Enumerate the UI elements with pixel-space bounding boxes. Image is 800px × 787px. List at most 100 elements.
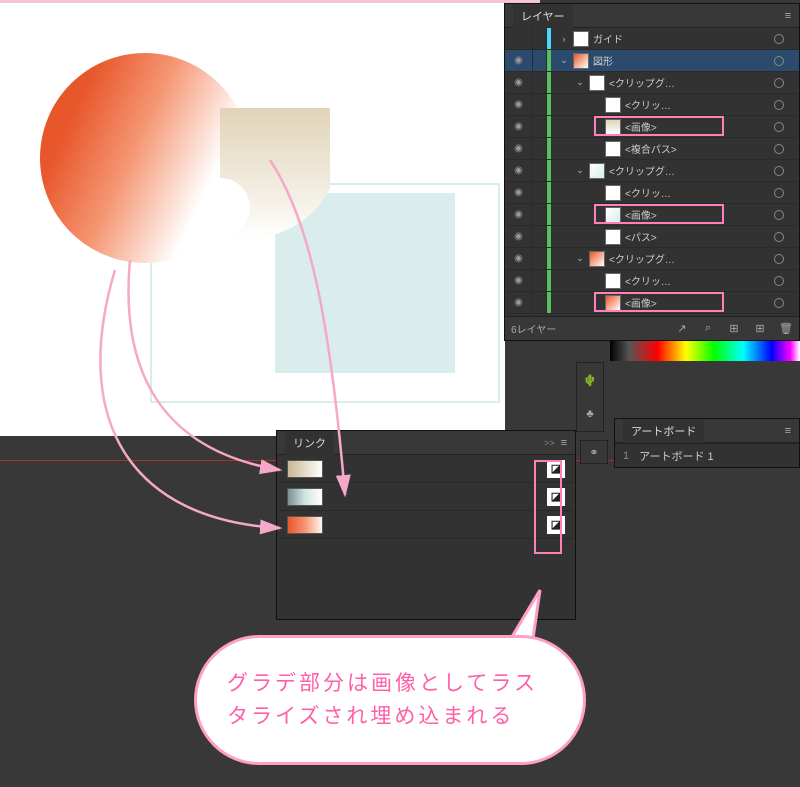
- disclosure-triangle[interactable]: ⌄: [559, 55, 569, 66]
- layer-name-label[interactable]: <複合パス>: [625, 141, 769, 156]
- target-button[interactable]: [769, 144, 789, 154]
- target-button[interactable]: [769, 188, 789, 198]
- lock-toggle[interactable]: [533, 160, 547, 181]
- lock-toggle[interactable]: [533, 204, 547, 225]
- layer-row[interactable]: ◉ ⌄ 図形: [505, 50, 799, 72]
- target-button[interactable]: [769, 254, 789, 264]
- disclosure-triangle[interactable]: ⌄: [575, 253, 585, 264]
- export-icon[interactable]: ↗: [675, 322, 689, 336]
- layer-row[interactable]: ◉ <画像>: [505, 292, 799, 314]
- shape-circle-gradient[interactable]: [40, 53, 250, 263]
- layer-name-label[interactable]: <クリップグ…: [609, 251, 769, 266]
- layer-row[interactable]: ◉ <複合パス>: [505, 138, 799, 160]
- panel-menu-icon[interactable]: ≡: [785, 10, 791, 22]
- layer-row[interactable]: ◉ <クリッ…: [505, 182, 799, 204]
- link-rows-container: ◪◪◪: [277, 455, 575, 539]
- layer-row[interactable]: ◉ <パス>: [505, 226, 799, 248]
- lock-toggle[interactable]: [533, 94, 547, 115]
- layers-panel-tab[interactable]: レイヤー: [513, 4, 573, 28]
- target-button[interactable]: [769, 34, 789, 44]
- panel-menu-icon[interactable]: ≡: [561, 437, 567, 449]
- lock-toggle[interactable]: [533, 182, 547, 203]
- layer-name-label[interactable]: <画像>: [625, 295, 769, 310]
- layer-name-label[interactable]: 図形: [593, 53, 769, 68]
- layer-row[interactable]: ◉ <クリッ…: [505, 94, 799, 116]
- artboard[interactable]: [0, 3, 505, 436]
- layer-row[interactable]: ◉ <画像>: [505, 116, 799, 138]
- layer-name-label[interactable]: ガイド: [593, 31, 769, 46]
- layer-name-label[interactable]: <クリッ…: [625, 273, 769, 288]
- disclosure-triangle[interactable]: ›: [559, 34, 569, 44]
- target-button[interactable]: [769, 56, 789, 66]
- layer-row[interactable]: ◉ ⌄ <クリップグ…: [505, 248, 799, 270]
- layer-row[interactable]: ◉ ⌄ <クリップグ…: [505, 160, 799, 182]
- new-layer-icon[interactable]: ⊞: [753, 322, 767, 336]
- color-spectrum-bar[interactable]: [610, 341, 800, 361]
- visibility-toggle[interactable]: ◉: [505, 248, 533, 269]
- layer-name-label[interactable]: <クリッ…: [625, 97, 769, 112]
- link-thumbnail: [287, 488, 323, 506]
- club-icon[interactable]: ♣: [586, 408, 593, 420]
- links-panel-tab[interactable]: リンク: [285, 431, 334, 455]
- lock-toggle[interactable]: [533, 72, 547, 93]
- artboard-row[interactable]: 1 アートボード 1: [615, 443, 799, 467]
- lock-toggle[interactable]: [533, 138, 547, 159]
- target-button[interactable]: [769, 232, 789, 242]
- layer-name-label[interactable]: <クリップグ…: [609, 163, 769, 178]
- locate-icon[interactable]: ⌕: [701, 322, 715, 336]
- panel-menu-icon[interactable]: ≡: [785, 425, 791, 437]
- link-row[interactable]: ◪: [277, 511, 575, 539]
- visibility-toggle[interactable]: [505, 28, 533, 49]
- target-button[interactable]: [769, 210, 789, 220]
- target-button[interactable]: [769, 78, 789, 88]
- collapse-icon[interactable]: >>: [544, 438, 555, 448]
- layer-name-label[interactable]: <画像>: [625, 119, 769, 134]
- layer-name-label[interactable]: <画像>: [625, 207, 769, 222]
- disclosure-triangle[interactable]: ⌄: [575, 165, 585, 176]
- visibility-toggle[interactable]: ◉: [505, 182, 533, 203]
- visibility-toggle[interactable]: ◉: [505, 94, 533, 115]
- delete-layer-icon[interactable]: 🗑: [779, 322, 793, 336]
- new-sublayer-icon[interactable]: ⊞: [727, 322, 741, 336]
- link-row[interactable]: ◪: [277, 483, 575, 511]
- link-row[interactable]: ◪: [277, 455, 575, 483]
- layer-name-label[interactable]: <クリップグ…: [609, 75, 769, 90]
- artboard-panel: アートボード ≡ 1 アートボード 1: [614, 418, 800, 468]
- layer-thumbnail: [605, 119, 621, 135]
- link-chain-button[interactable]: ⚭: [580, 440, 608, 464]
- lock-toggle[interactable]: [533, 50, 547, 71]
- lock-toggle[interactable]: [533, 116, 547, 137]
- layer-name-label[interactable]: <クリッ…: [625, 185, 769, 200]
- canvas-area[interactable]: [0, 0, 540, 460]
- layer-row[interactable]: › ガイド: [505, 28, 799, 50]
- disclosure-triangle[interactable]: ⌄: [575, 77, 585, 88]
- visibility-toggle[interactable]: ◉: [505, 72, 533, 93]
- layer-row[interactable]: ◉ <クリッ…: [505, 270, 799, 292]
- visibility-toggle[interactable]: ◉: [505, 270, 533, 291]
- artboard-panel-tab[interactable]: アートボード: [623, 419, 704, 443]
- target-button[interactable]: [769, 122, 789, 132]
- visibility-toggle[interactable]: ◉: [505, 160, 533, 181]
- visibility-toggle[interactable]: ◉: [505, 292, 533, 313]
- lock-toggle[interactable]: [533, 248, 547, 269]
- lock-toggle[interactable]: [533, 226, 547, 247]
- layer-name-label[interactable]: <パス>: [625, 229, 769, 244]
- target-button[interactable]: [769, 298, 789, 308]
- layer-row[interactable]: ◉ <画像>: [505, 204, 799, 226]
- target-button[interactable]: [769, 166, 789, 176]
- target-button[interactable]: [769, 100, 789, 110]
- layers-panel: レイヤー ≡ › ガイド ◉ ⌄ 図形 ◉ ⌄ <クリップグ… ◉ <クリッ… ◉ <画像> ◉ <複合パ…: [504, 3, 800, 341]
- layer-thumbnail: [605, 273, 621, 289]
- layer-row[interactable]: ◉ ⌄ <クリップグ…: [505, 72, 799, 94]
- visibility-toggle[interactable]: ◉: [505, 226, 533, 247]
- cactus-icon[interactable]: 🌵: [583, 374, 597, 387]
- lock-toggle[interactable]: [533, 292, 547, 313]
- visibility-toggle[interactable]: ◉: [505, 50, 533, 71]
- visibility-toggle[interactable]: ◉: [505, 204, 533, 225]
- embedded-icon: ◪: [547, 460, 565, 478]
- target-button[interactable]: [769, 276, 789, 286]
- lock-toggle[interactable]: [533, 270, 547, 291]
- visibility-toggle[interactable]: ◉: [505, 138, 533, 159]
- visibility-toggle[interactable]: ◉: [505, 116, 533, 137]
- lock-toggle[interactable]: [533, 28, 547, 49]
